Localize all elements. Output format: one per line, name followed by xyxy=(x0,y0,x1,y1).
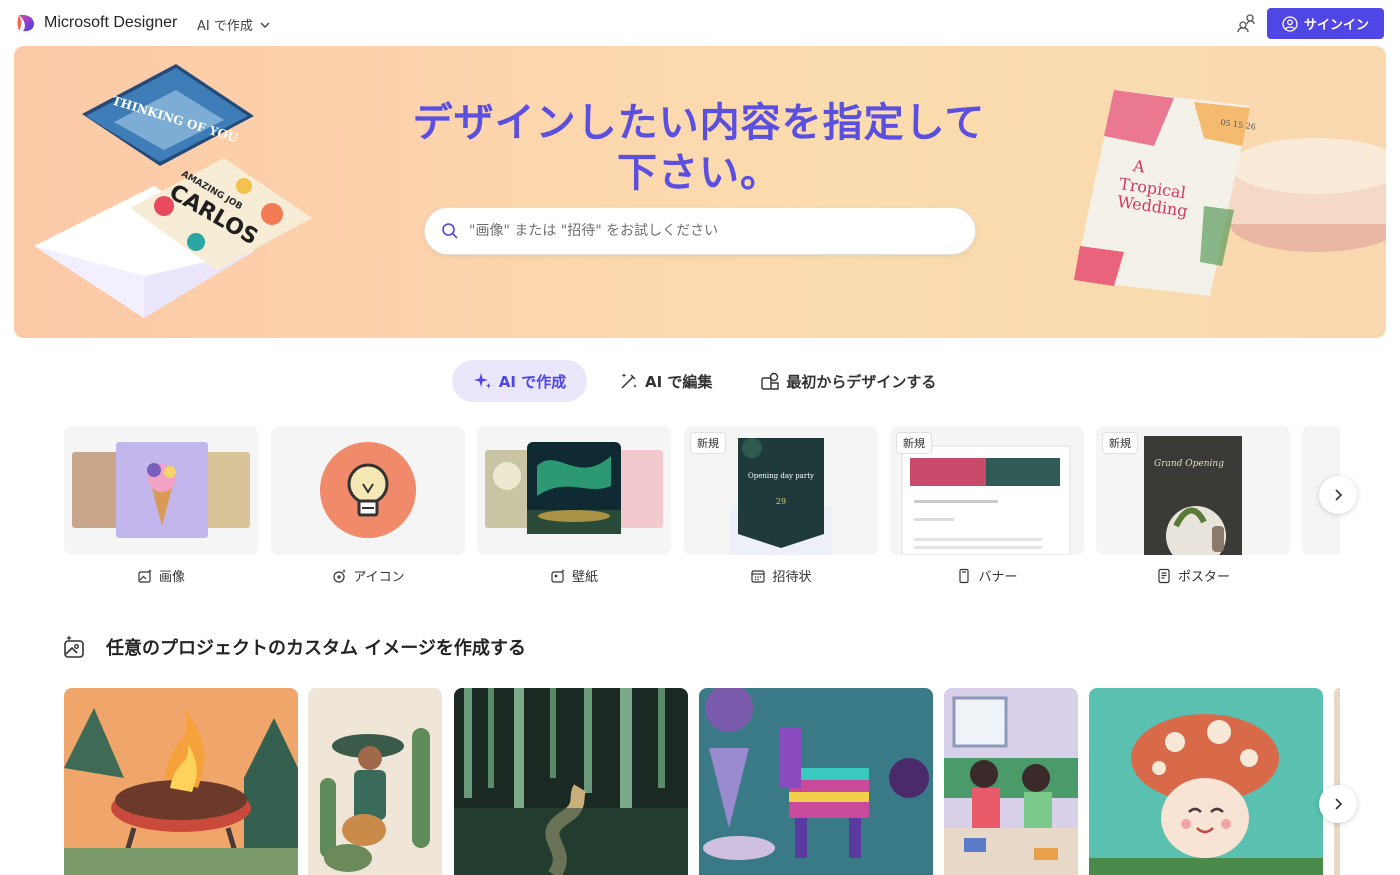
tab-design-from-scratch-label: 最初からデザインする xyxy=(786,372,937,391)
category-wallpaper-label-row: 壁紙 xyxy=(477,566,671,585)
hero-title: デザインしたい内容を指定して 下さい。 xyxy=(394,98,1004,198)
banner-icon xyxy=(959,568,970,583)
category-card-poster[interactable]: Grand Opening 新規 ポスター xyxy=(1096,426,1290,588)
tab-ai-edit[interactable]: AI で編集 xyxy=(601,360,730,402)
category-poster-label: ポスター xyxy=(1177,570,1230,585)
category-wallpaper-label: 壁紙 xyxy=(571,570,598,585)
category-card-banner[interactable]: 新規 バナー xyxy=(890,426,1084,588)
magic-edit-icon xyxy=(621,373,637,389)
category-icon-label: アイコン xyxy=(353,570,405,585)
poster-icon xyxy=(1158,568,1170,583)
wallpaper-sparkle-icon xyxy=(551,568,565,583)
new-badge: 新規 xyxy=(1102,432,1138,454)
category-image-label: 画像 xyxy=(158,570,185,585)
category-banner-thumbnail: 新規 xyxy=(890,426,1084,555)
poster-thumb-text: Grand Opening xyxy=(1154,459,1224,469)
category-image-thumbnail xyxy=(64,426,258,555)
image-sparkle-icon xyxy=(64,635,84,658)
user-icon xyxy=(1282,15,1298,32)
category-wallpaper-thumbnail xyxy=(477,426,671,555)
prompt-search-box[interactable] xyxy=(424,207,976,255)
category-banner-label-row: バナー xyxy=(890,566,1084,585)
gallery-item-reading[interactable] xyxy=(944,688,1078,875)
chevron-right-icon xyxy=(1335,798,1343,810)
custom-image-gallery xyxy=(64,688,1340,875)
sparkle-icon xyxy=(473,373,491,389)
category-card-wallpaper[interactable]: 壁紙 xyxy=(477,426,671,588)
hero-banner: THINKING OF YOU AMAZING JOB CARLOS デザインし… xyxy=(14,46,1386,338)
gallery-item-partial[interactable] xyxy=(1334,688,1340,875)
brand-name[interactable]: Microsoft Designer xyxy=(44,14,177,32)
signin-label: サインイン xyxy=(1303,18,1369,33)
icon-sparkle-icon xyxy=(333,568,347,583)
custom-image-section-header: 任意のプロジェクトのカスタム イメージを作成する xyxy=(62,634,526,660)
section-title: 任意のプロジェクトのカスタム イメージを作成する xyxy=(106,638,526,659)
invitation-thumb-text: Opening day party xyxy=(748,472,814,480)
designer-logo-icon[interactable] xyxy=(16,13,36,33)
category-invitation-thumbnail: Opening day party 29 新規 xyxy=(684,426,878,555)
chevron-right-icon xyxy=(1335,489,1343,501)
gallery-item-cactus-guitar[interactable] xyxy=(308,688,442,875)
hero-title-line1: デザインしたい内容を指定して xyxy=(412,100,986,146)
tab-ai-edit-label: AI で編集 xyxy=(645,372,713,391)
search-icon xyxy=(442,223,458,239)
category-invitation-label: 招待状 xyxy=(772,570,812,585)
chevron-down-icon xyxy=(260,22,270,28)
create-menu-label: AI で作成 xyxy=(197,19,253,34)
gallery-item-pinata[interactable] xyxy=(699,688,933,875)
category-next-button[interactable] xyxy=(1319,476,1357,514)
prompt-search-input[interactable] xyxy=(469,223,949,239)
gallery-item-forest[interactable] xyxy=(454,688,688,875)
category-icon-thumbnail xyxy=(271,426,465,555)
gallery-item-grill[interactable] xyxy=(64,688,298,875)
category-card-image[interactable]: 画像 xyxy=(64,426,258,588)
hero-left-cards-illustration: THINKING OF YOU AMAZING JOB CARLOS xyxy=(34,64,312,318)
svg-text:29: 29 xyxy=(776,497,786,506)
tab-design-from-scratch[interactable]: 最初からデザインする xyxy=(742,360,954,402)
category-card-invitation[interactable]: Opening day party 29 新規 招待状 xyxy=(684,426,878,588)
mode-tabs: AI で作成 AI で編集 最初からデザインする xyxy=(452,360,954,402)
hero-title-line2: 下さい。 xyxy=(617,150,781,196)
create-menu-dropdown[interactable]: AI で作成 xyxy=(197,15,271,34)
gallery-item-mushroom[interactable] xyxy=(1089,688,1323,875)
signin-button[interactable]: サインイン xyxy=(1267,8,1384,39)
gallery-next-button[interactable] xyxy=(1319,785,1357,823)
category-banner-label: バナー xyxy=(978,570,1018,585)
tab-ai-create[interactable]: AI で作成 xyxy=(452,360,587,402)
category-icon-label-row: アイコン xyxy=(271,566,465,585)
tab-ai-create-label: AI で作成 xyxy=(498,372,567,391)
category-card-icon[interactable]: アイコン xyxy=(271,426,465,588)
new-badge: 新規 xyxy=(690,432,726,454)
shapes-icon xyxy=(761,372,780,390)
category-carousel: 画像 アイコン 壁紙 Opening day party 29 新規 招待状 新… xyxy=(64,426,1340,588)
category-image-label-row: 画像 xyxy=(64,566,258,585)
image-sparkle-icon xyxy=(138,568,152,583)
category-poster-label-row: ポスター xyxy=(1096,566,1290,585)
people-switch-icon[interactable] xyxy=(1236,13,1256,33)
new-badge: 新規 xyxy=(896,432,932,454)
top-bar: Microsoft Designer AI で作成 サインイン xyxy=(0,0,1400,46)
calendar-icon xyxy=(751,569,766,583)
category-invitation-label-row: 招待状 xyxy=(684,566,878,585)
hero-right-wedding-illustration: A Tropical Wedding 05 15 26 xyxy=(1074,90,1386,296)
category-poster-thumbnail: Grand Opening 新規 xyxy=(1096,426,1290,555)
